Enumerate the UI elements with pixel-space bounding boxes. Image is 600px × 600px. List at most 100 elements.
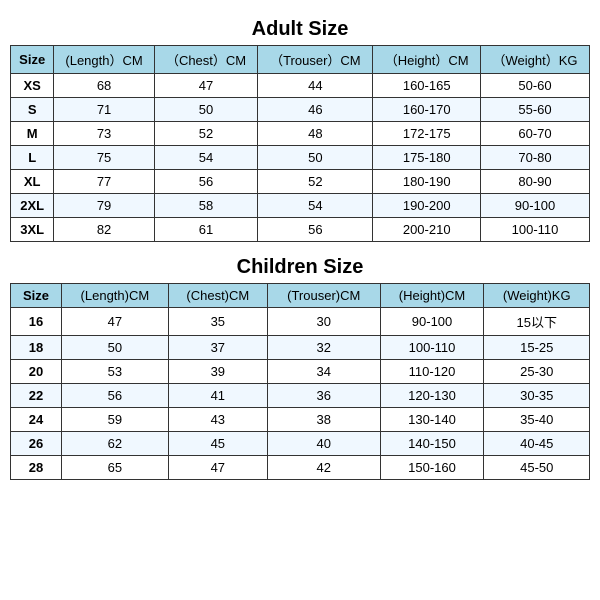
table-row: XS684744160-16550-60: [11, 74, 590, 98]
table-cell: 160-165: [373, 74, 481, 98]
table-cell: 58: [154, 194, 258, 218]
children-header-cell: (Weight)KG: [484, 284, 590, 308]
table-cell: 175-180: [373, 146, 481, 170]
table-cell: 45: [168, 432, 267, 456]
table-cell: M: [11, 122, 54, 146]
table-cell: 38: [267, 408, 380, 432]
table-cell: 46: [258, 98, 373, 122]
table-cell: 35-40: [484, 408, 590, 432]
table-row: 22564136120-13030-35: [11, 384, 590, 408]
table-cell: 55-60: [481, 98, 590, 122]
children-header-cell: (Trouser)CM: [267, 284, 380, 308]
table-cell: 180-190: [373, 170, 481, 194]
table-cell: 47: [168, 456, 267, 480]
table-cell: 34: [267, 360, 380, 384]
table-cell: 56: [154, 170, 258, 194]
table-cell: 37: [168, 336, 267, 360]
table-cell: 39: [168, 360, 267, 384]
table-cell: 60-70: [481, 122, 590, 146]
table-cell: 50: [62, 336, 169, 360]
table-cell: 52: [154, 122, 258, 146]
children-header-cell: (Height)CM: [380, 284, 484, 308]
adult-section: Adult Size Size(Length）CM（Chest）CM（Trous…: [10, 10, 590, 248]
table-cell: 130-140: [380, 408, 484, 432]
adult-table: Size(Length）CM（Chest）CM（Trouser）CM（Heigh…: [10, 45, 590, 242]
table-cell: 120-130: [380, 384, 484, 408]
table-cell: 59: [62, 408, 169, 432]
table-cell: 79: [54, 194, 154, 218]
table-row: 28654742150-16045-50: [11, 456, 590, 480]
table-cell: 160-170: [373, 98, 481, 122]
table-cell: 40: [267, 432, 380, 456]
table-cell: 30: [267, 308, 380, 336]
children-header-cell: (Chest)CM: [168, 284, 267, 308]
table-cell: 30-35: [484, 384, 590, 408]
table-cell: 70-80: [481, 146, 590, 170]
table-cell: 43: [168, 408, 267, 432]
table-cell: 44: [258, 74, 373, 98]
table-cell: 36: [267, 384, 380, 408]
table-cell: 50: [154, 98, 258, 122]
table-cell: XL: [11, 170, 54, 194]
children-header-cell: (Length)CM: [62, 284, 169, 308]
table-row: M735248172-17560-70: [11, 122, 590, 146]
table-row: 18503732100-11015-25: [11, 336, 590, 360]
table-cell: 22: [11, 384, 62, 408]
table-cell: 15-25: [484, 336, 590, 360]
adult-header-cell: （Chest）CM: [154, 46, 258, 74]
table-row: 3XL826156200-210100-110: [11, 218, 590, 242]
table-cell: 200-210: [373, 218, 481, 242]
table-cell: 52: [258, 170, 373, 194]
table-cell: 28: [11, 456, 62, 480]
table-cell: 80-90: [481, 170, 590, 194]
table-cell: XS: [11, 74, 54, 98]
children-section: Children Size Size(Length)CM(Chest)CM(Tr…: [10, 248, 590, 486]
table-cell: 68: [54, 74, 154, 98]
table-cell: 35: [168, 308, 267, 336]
table-cell: 100-110: [481, 218, 590, 242]
table-cell: 77: [54, 170, 154, 194]
table-cell: 82: [54, 218, 154, 242]
table-cell: 61: [154, 218, 258, 242]
table-cell: L: [11, 146, 54, 170]
table-cell: 56: [62, 384, 169, 408]
table-row: 24594338130-14035-40: [11, 408, 590, 432]
table-row: 26624540140-15040-45: [11, 432, 590, 456]
table-cell: 65: [62, 456, 169, 480]
table-cell: 62: [62, 432, 169, 456]
table-cell: 20: [11, 360, 62, 384]
table-cell: 56: [258, 218, 373, 242]
table-cell: 40-45: [484, 432, 590, 456]
adult-header-cell: (Length）CM: [54, 46, 154, 74]
table-row: L755450175-18070-80: [11, 146, 590, 170]
table-cell: 15以下: [484, 308, 590, 336]
table-row: 20533934110-12025-30: [11, 360, 590, 384]
table-cell: 45-50: [484, 456, 590, 480]
table-cell: 25-30: [484, 360, 590, 384]
table-cell: 50: [258, 146, 373, 170]
table-cell: 190-200: [373, 194, 481, 218]
table-cell: 42: [267, 456, 380, 480]
table-cell: 48: [258, 122, 373, 146]
children-header-cell: Size: [11, 284, 62, 308]
children-title: Children Size: [10, 256, 590, 279]
table-cell: 26: [11, 432, 62, 456]
table-cell: 75: [54, 146, 154, 170]
table-cell: 100-110: [380, 336, 484, 360]
table-cell: 110-120: [380, 360, 484, 384]
table-cell: 54: [258, 194, 373, 218]
adult-header-cell: Size: [11, 46, 54, 74]
table-row: S715046160-17055-60: [11, 98, 590, 122]
table-cell: 90-100: [481, 194, 590, 218]
adult-header-cell: （Trouser）CM: [258, 46, 373, 74]
table-cell: 90-100: [380, 308, 484, 336]
adult-header-cell: （Weight）KG: [481, 46, 590, 74]
table-cell: 53: [62, 360, 169, 384]
table-cell: 47: [62, 308, 169, 336]
table-cell: 140-150: [380, 432, 484, 456]
table-cell: 2XL: [11, 194, 54, 218]
table-cell: 47: [154, 74, 258, 98]
table-cell: 150-160: [380, 456, 484, 480]
table-cell: 18: [11, 336, 62, 360]
table-row: 2XL795854190-20090-100: [11, 194, 590, 218]
